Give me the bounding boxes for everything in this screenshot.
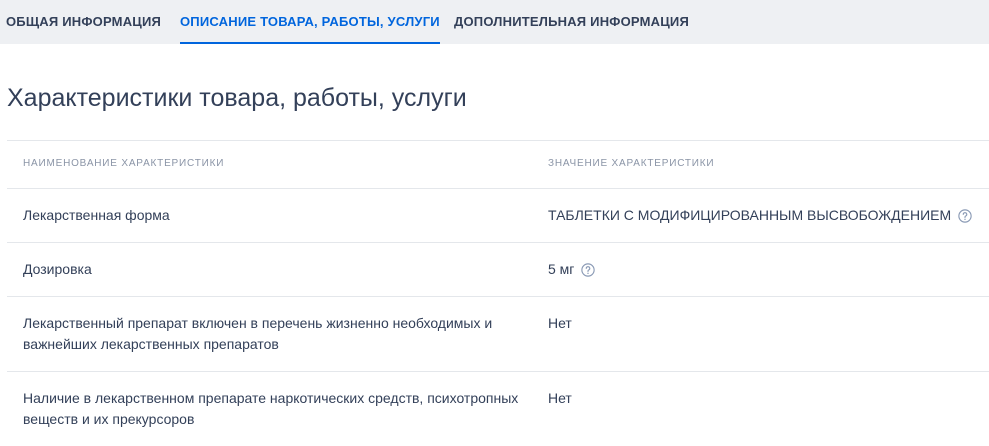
column-header-value: ЗНАЧЕНИЕ ХАРАКТЕРИСТИКИ [548,158,715,169]
table-row: Дозировка 5 мг [7,242,989,296]
characteristic-value-cell: ТАБЛЕТКИ С МОДИФИЦИРОВАННЫМ ВЫСВОБОЖДЕНИ… [548,205,988,226]
characteristics-table: НАИМЕНОВАНИЕ ХАРАКТЕРИСТИКИ ЗНАЧЕНИЕ ХАР… [7,140,989,446]
tab-additional-info[interactable]: ДОПОЛНИТЕЛЬНАЯ ИНФОРМАЦИЯ [454,0,689,44]
characteristic-value-cell: 5 мг [548,259,988,280]
section-title: Характеристики товара, работы, услуги [7,84,467,112]
characteristic-name: Дозировка [23,261,92,277]
table-row: Лекарственный препарат включен в перечен… [7,296,989,371]
characteristic-value: Нет [548,315,572,331]
question-circle-icon[interactable] [581,262,596,277]
tab-product-description[interactable]: ОПИСАНИЕ ТОВАРА, РАБОТЫ, УСЛУГИ [180,0,440,44]
characteristic-name: Наличие в лекарственном препарате наркот… [23,390,519,427]
characteristic-value: 5 мг [548,261,575,277]
characteristic-value-wrap: ТАБЛЕТКИ С МОДИФИЦИРОВАННЫМ ВЫСВОБОЖДЕНИ… [548,205,972,226]
tab-general-info[interactable]: ОБЩАЯ ИНФОРМАЦИЯ [6,0,161,44]
characteristic-value: Нет [548,390,572,406]
tab-bar: ОБЩАЯ ИНФОРМАЦИЯ ОПИСАНИЕ ТОВАРА, РАБОТЫ… [0,0,989,44]
table-row: Наличие в лекарственном препарате наркот… [7,371,989,446]
column-header-name: НАИМЕНОВАНИЕ ХАРАКТЕРИСТИКИ [23,158,225,169]
characteristic-name: Лекарственный препарат включен в перечен… [23,315,493,352]
characteristic-name: Лекарственная форма [23,207,170,223]
table-row: Лекарственная форма ТАБЛЕТКИ С МОДИФИЦИР… [7,188,989,242]
characteristic-value: ТАБЛЕТКИ С МОДИФИЦИРОВАННЫМ ВЫСВОБОЖДЕНИ… [548,207,952,223]
question-circle-icon[interactable] [958,208,972,223]
table-header-row: НАИМЕНОВАНИЕ ХАРАКТЕРИСТИКИ ЗНАЧЕНИЕ ХАР… [7,140,989,188]
characteristic-value-wrap: 5 мг [548,259,596,280]
